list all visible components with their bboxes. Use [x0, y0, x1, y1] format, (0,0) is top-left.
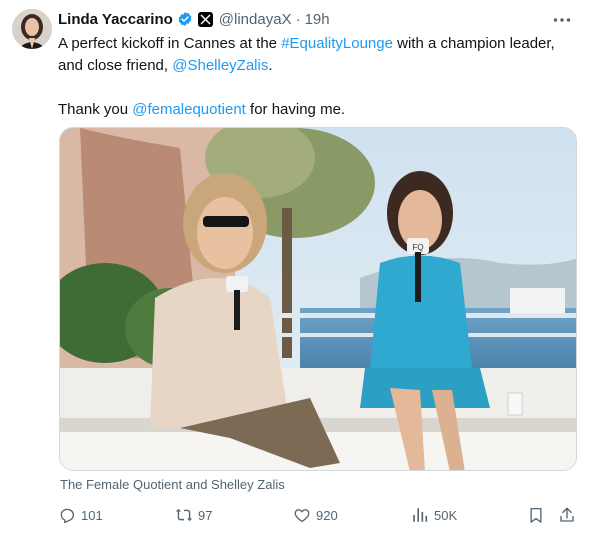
repost-count: 97	[198, 507, 213, 523]
bookmark-button[interactable]	[527, 504, 550, 526]
reply-icon	[60, 508, 75, 524]
author-handle[interactable]: @lindayaX	[219, 11, 292, 28]
author-name[interactable]: Linda Yaccarino	[58, 11, 173, 28]
like-icon	[294, 509, 310, 523]
views-icon	[413, 508, 428, 522]
mention-link-femalequotient[interactable]: @femalequotient	[132, 101, 246, 118]
mic-flag-text: FQ	[412, 243, 423, 252]
verified-icon	[177, 11, 193, 27]
photo-caption: The Female Quotient and Shelley Zalis	[60, 477, 285, 492]
timestamp[interactable]: 19h	[305, 11, 330, 28]
tweet-actions: 101 97 920 50K	[58, 504, 580, 526]
tweet-text-segment: .	[268, 57, 273, 74]
hashtag-link[interactable]: #EqualityLounge	[281, 35, 393, 52]
tweet-text-segment: and close friend,	[58, 57, 173, 74]
tweet-photo[interactable]: FQ	[59, 127, 577, 471]
reply-count: 101	[81, 507, 103, 523]
tweet-text: A perfect kickoff in Cannes at the #Equa…	[58, 33, 580, 121]
separator: ·	[295, 10, 301, 28]
reply-button[interactable]: 101	[58, 504, 103, 526]
x-affiliate-icon[interactable]	[197, 11, 213, 27]
tweet-text-segment: with a champion leader,	[392, 35, 555, 52]
tweet-text-segment: for having me.	[245, 101, 346, 118]
repost-button[interactable]: 97	[175, 504, 212, 526]
view-count: 50K	[434, 507, 458, 523]
tweet-header: Linda Yaccarino @lindayaX · 19h	[58, 8, 330, 30]
tweet-text-segment: A perfect kickoff in Cannes at the	[58, 35, 282, 52]
avatar[interactable]	[12, 9, 52, 49]
share-icon	[560, 507, 574, 522]
tweet-text-segment: Thank you	[58, 101, 133, 118]
mention-link-shelley[interactable]: @ShelleyZalis	[172, 57, 268, 74]
share-button[interactable]	[558, 504, 581, 526]
like-count: 920	[316, 507, 338, 523]
more-icon[interactable]	[552, 10, 572, 30]
repost-icon	[175, 508, 193, 522]
views-button[interactable]: 50K	[411, 504, 457, 526]
like-button[interactable]: 920	[293, 504, 338, 526]
bookmark-icon	[530, 507, 542, 523]
